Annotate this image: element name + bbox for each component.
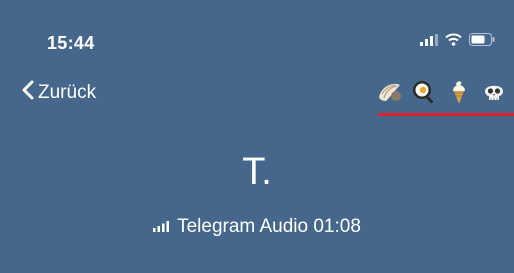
shell-icon (375, 78, 403, 106)
back-label: Zurück (38, 81, 97, 103)
emoji-underline-highlight (378, 113, 514, 116)
call-status: Telegram Audio 01:08 (0, 216, 514, 238)
encryption-key-emojis[interactable] (375, 78, 508, 106)
call-status-text: Telegram Audio 01:08 (177, 216, 361, 237)
chevron-left-icon (22, 80, 34, 105)
wifi-icon (445, 33, 462, 51)
ice-cream-icon (445, 78, 473, 106)
skull-icon (480, 78, 508, 106)
status-icons (420, 33, 495, 51)
back-button[interactable]: Zurück (22, 80, 96, 105)
peer-name: T. (242, 151, 272, 193)
signal-strength-icon (153, 216, 170, 238)
egg-in-pan-icon (410, 78, 438, 106)
status-time: 15:44 (47, 33, 95, 53)
cellular-signal-icon (420, 33, 438, 51)
status-bar: 15:44 (0, 0, 514, 70)
battery-icon (469, 33, 495, 51)
